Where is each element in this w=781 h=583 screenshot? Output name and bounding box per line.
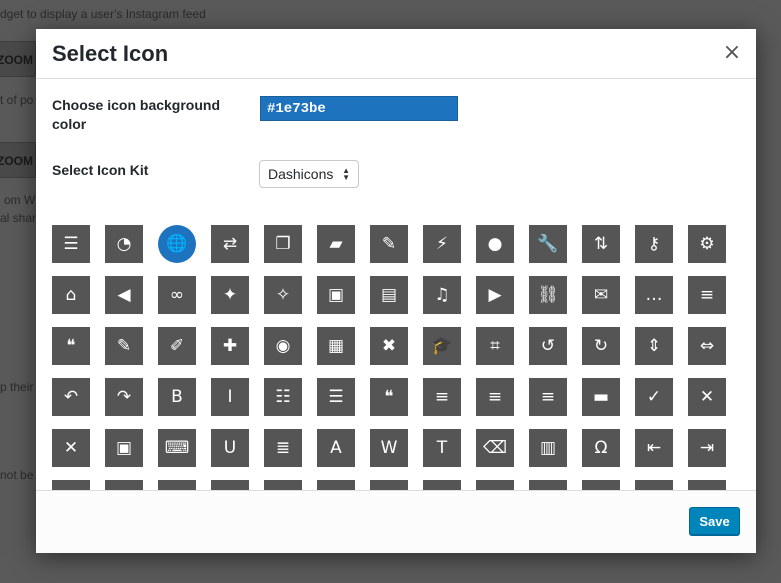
video-strip-icon[interactable]: ▥ [529, 429, 567, 467]
close-button[interactable]: × [720, 41, 744, 65]
link-icon[interactable]: ∞ [158, 276, 196, 314]
preview-icon[interactable]: ◉ [264, 327, 302, 365]
bg-color-row: Choose icon background color [52, 96, 242, 134]
speech-icon[interactable]: … [635, 276, 673, 314]
pin-solid-icon[interactable]: ✧ [264, 276, 302, 314]
icon-kit-label: Select Icon Kit [52, 162, 149, 178]
background-zoom-button: ZOOM [0, 142, 36, 178]
background-zoom-button: ZOOM [0, 41, 36, 77]
chat-icon[interactable]: ✉ [582, 276, 620, 314]
video-icon[interactable]: ▶ [476, 276, 514, 314]
background-description: dget to display a user's Instagram feed [0, 7, 206, 21]
tools-icon[interactable]: 🔧 [529, 225, 567, 263]
redo-icon[interactable]: ↷ [105, 378, 143, 416]
gallery-icon[interactable]: ▤ [370, 276, 408, 314]
users-icon[interactable]: ● [476, 225, 514, 263]
icon-grid-scroll[interactable]: ☰ ◔ 🌐 ⇄ ❐ ▰ ✎ ⚡ ● 🔧 ⇅ ⚷ ⚙ ⌂ ◀ ∞ ✦ ✧ ▣ ▤ ♫ ▶ ⛓ ✉ … ≡ ❝ ✎ ✐ ✚ ◉ ▦ ✖ 🎓 ⌗ ↺ ↻ ⇕ ⇔ ↶… [36, 194, 756, 491]
contract-icon[interactable]: ✕ [52, 429, 90, 467]
back-icon[interactable]: ◀ [105, 276, 143, 314]
background-text: t of po [0, 93, 34, 107]
pin-icon[interactable]: ✦ [211, 276, 249, 314]
quote-icon[interactable]: ❝ [52, 327, 90, 365]
bold-icon[interactable]: B [158, 378, 196, 416]
cog-icon[interactable]: ⚙ [688, 225, 726, 263]
comment-icon[interactable]: ▰ [317, 225, 355, 263]
translation-icon[interactable]: ⇄ [211, 225, 249, 263]
pages-icon[interactable]: ❐ [264, 225, 302, 263]
spellcheck-icon[interactable]: ✓ [635, 378, 673, 416]
table-icon[interactable]: ▦ [317, 327, 355, 365]
bullet-list-icon[interactable]: ☷ [264, 378, 302, 416]
crop-icon[interactable]: ⌗ [476, 327, 514, 365]
rotate-left-icon[interactable]: ↺ [529, 327, 567, 365]
icon-kit-select[interactable]: Dashicons ▲ ▼ [259, 160, 359, 188]
modal-title: Select Icon [52, 41, 169, 66]
indent-icon[interactable]: ⇥ [688, 429, 726, 467]
icon-kit-row: Select Icon Kit [52, 161, 242, 180]
modal-header: Select Icon × [36, 29, 756, 79]
flip-horizontal-icon[interactable]: ⇔ [688, 327, 726, 365]
text-color-icon[interactable]: A [317, 429, 355, 467]
link-alt-icon[interactable]: ⛓ [529, 276, 567, 314]
keyboard-icon[interactable]: ⌨ [158, 429, 196, 467]
outdent-icon[interactable]: ⇤ [635, 429, 673, 467]
flip-vertical-icon[interactable]: ⇕ [635, 327, 673, 365]
align-right-icon[interactable]: ≡ [529, 378, 567, 416]
clear-format-icon[interactable]: ⌫ [476, 429, 514, 467]
education-icon[interactable]: 🎓 [423, 327, 461, 365]
save-button[interactable]: Save [689, 507, 740, 535]
paste-text-icon[interactable]: T [423, 429, 461, 467]
rotate-right-icon[interactable]: ↻ [582, 327, 620, 365]
omega-icon[interactable]: Ω [582, 429, 620, 467]
menu-icon[interactable]: ☰ [52, 225, 90, 263]
numbered-list-icon[interactable]: ☰ [317, 378, 355, 416]
icon-grid: ☰ ◔ 🌐 ⇄ ❐ ▰ ✎ ⚡ ● 🔧 ⇅ ⚷ ⚙ ⌂ ◀ ∞ ✦ ✧ ▣ ▤ ♫ ▶ ⛓ ✉ … ≡ ❝ ✎ ✐ ✚ ◉ ▦ ✖ 🎓 ⌗ ↺ ↻ ⇕ ⇔ ↶… [52, 225, 726, 491]
bg-color-input[interactable] [260, 96, 458, 121]
paste-word-icon[interactable]: W [370, 429, 408, 467]
italic-icon[interactable]: I [211, 378, 249, 416]
no-comment-icon[interactable]: ✖ [370, 327, 408, 365]
fullscreen-icon[interactable]: ▣ [105, 429, 143, 467]
plugins-icon[interactable]: ⚡ [423, 225, 461, 263]
expand-icon[interactable]: ✕ [688, 378, 726, 416]
bg-color-label: Choose icon background color [52, 97, 221, 132]
select-arrows-icon: ▲ ▼ [342, 166, 350, 182]
justify-icon[interactable]: ≣ [264, 429, 302, 467]
background-text: om W [4, 193, 36, 207]
globe-icon[interactable]: 🌐 [158, 225, 196, 263]
background-text: p their [0, 380, 34, 394]
icon-kit-selected: Dashicons [268, 166, 334, 182]
select-icon-modal: Select Icon × Choose icon background col… [36, 29, 756, 553]
home-icon[interactable]: ⌂ [52, 276, 90, 314]
background-text: al shar [0, 211, 37, 225]
music-icon[interactable]: ♫ [423, 276, 461, 314]
edit-icon[interactable]: ✎ [105, 327, 143, 365]
dashboard-icon[interactable]: ◔ [105, 225, 143, 263]
underline-icon[interactable]: U [211, 429, 249, 467]
image-icon[interactable]: ▣ [317, 276, 355, 314]
insert-more-icon[interactable]: ▬ [582, 378, 620, 416]
edit-alt-icon[interactable]: ✐ [158, 327, 196, 365]
appearance-icon[interactable]: ✎ [370, 225, 408, 263]
settings-icon[interactable]: ⇅ [582, 225, 620, 263]
align-left-icon[interactable]: ≡ [423, 378, 461, 416]
background-text: not be [0, 468, 34, 482]
new-post-icon[interactable]: ✚ [211, 327, 249, 365]
align-center-icon[interactable]: ≡ [476, 378, 514, 416]
modal-footer: Save [36, 490, 756, 553]
key-icon[interactable]: ⚷ [635, 225, 673, 263]
document-icon[interactable]: ≡ [688, 276, 726, 314]
blockquote-icon[interactable]: ❝ [370, 378, 408, 416]
undo-icon[interactable]: ↶ [52, 378, 90, 416]
